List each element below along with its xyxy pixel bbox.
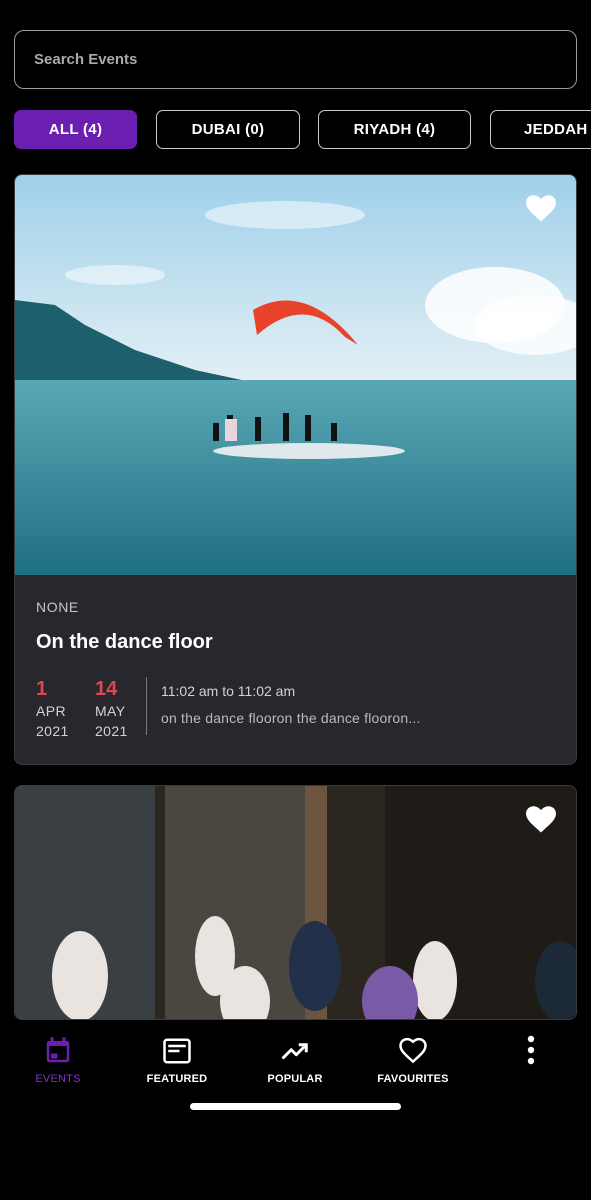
event-card[interactable]: NONE On the dance floor 1 APR 2021 14 MA… [14,174,577,765]
event-dates: 1 APR 2021 14 MAY 2021 11:02 am to 11:02… [36,677,555,741]
filter-chip-all[interactable]: ALL (4) [14,110,137,149]
tab-popular[interactable]: POPULAR [240,1036,350,1085]
event-time: 11:02 am to 11:02 am [161,683,296,699]
tab-label: FEATURED [146,1073,208,1085]
calendar-icon [46,1037,70,1063]
tab-label: FAVOURITES [377,1073,449,1085]
event-image [15,175,576,575]
event-card[interactable] [14,785,577,1020]
start-day: 1 [36,678,48,700]
event-info: 11:02 am to 11:02 am on the dance flooro… [161,677,421,726]
tab-favourites[interactable]: FAVOURITES [358,1036,468,1085]
filter-chip-dubai[interactable]: DUBAI (0) [156,110,300,149]
filter-chip-jeddah[interactable]: JEDDAH [490,110,591,149]
search-input[interactable] [34,51,576,68]
featured-icon [163,1038,191,1064]
trending-up-icon [281,1043,308,1060]
tab-featured[interactable]: FEATURED [122,1036,232,1085]
filter-chip-riyadh[interactable]: RIYADH (4) [318,110,471,149]
yoga-class-photo [15,786,576,1019]
more-vertical-icon[interactable] [521,1034,541,1068]
event-description: on the dance flooron the dance flooron..… [161,710,421,726]
start-date: 1 APR 2021 [36,677,95,741]
event-image [15,786,576,1019]
event-details: NONE On the dance floor 1 APR 2021 14 MA… [15,575,576,764]
start-year: 2021 [36,723,69,739]
tab-events[interactable]: EVENTS [3,1036,113,1085]
heart-icon[interactable] [526,806,556,834]
heart-outline-icon [399,1037,427,1064]
paragliding-over-lake-photo [15,175,576,575]
bottom-tab-bar: EVENTS FEATURED POPULAR FAVOURITES [0,1020,591,1200]
tab-label: EVENTS [35,1073,81,1085]
home-indicator[interactable] [190,1103,401,1110]
event-title: On the dance floor [36,631,213,653]
tab-label: POPULAR [267,1073,323,1085]
search-field[interactable] [14,30,577,89]
start-month: APR [36,703,66,719]
divider [146,677,147,735]
filter-chips: ALL (4) DUBAI (0) RIYADH (4) JEDDAH [14,110,591,150]
event-category: NONE [36,599,79,615]
heart-icon[interactable] [526,195,556,223]
